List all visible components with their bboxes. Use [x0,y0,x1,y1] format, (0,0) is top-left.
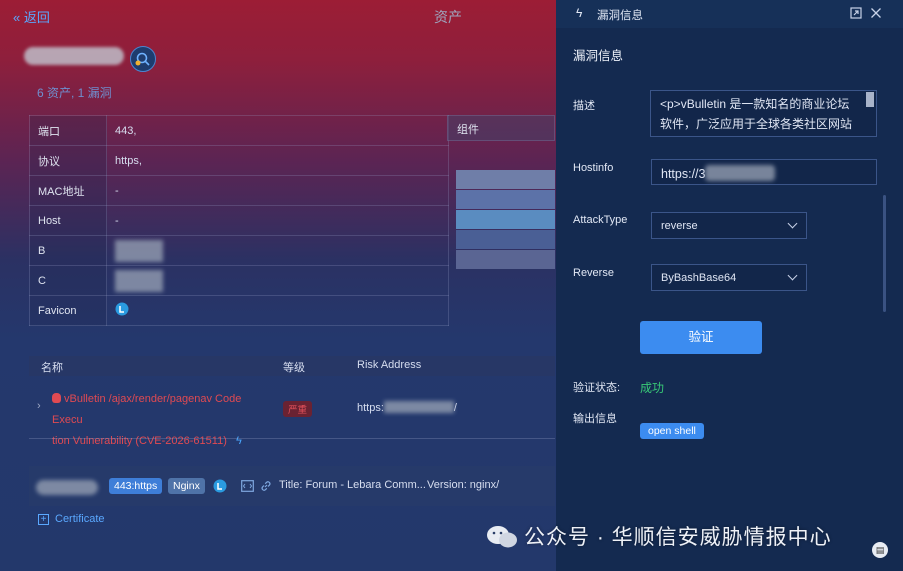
components-header: 组件 [447,115,555,141]
panel-header-title: 漏洞信息 [597,10,643,22]
info-row-c: C [29,265,449,296]
row-divider [29,438,555,439]
info-row-port: 端口 443, [29,115,449,146]
chevron-down-icon [787,270,798,281]
double-chevron-left-icon: « [13,10,21,25]
info-value: - [106,205,449,236]
verify-button[interactable]: 验证 [640,321,762,354]
reverse-value: ByBashBase64 [661,272,737,284]
reverse-label: Reverse [573,267,614,279]
info-value-redacted [106,265,449,296]
vuln-table-header: 名称 等级 Risk Address [29,356,555,376]
back-link[interactable]: « 返回 [13,7,50,26]
panel-scrollbar[interactable] [883,195,886,312]
watermark-text: 公众号 · 华顺信安威胁情报中心 [524,526,832,549]
hostinfo-label: Hostinfo [573,162,614,174]
info-row-b: B [29,235,449,266]
redacted-value [115,269,163,292]
column-name: 名称 [41,362,63,374]
textarea-scrollbar[interactable] [866,92,874,107]
info-key: C [29,265,107,296]
column-risk-address: Risk Address [357,359,422,371]
certificate-label: Certificate [55,513,105,525]
vuln-name-line1: vBulletin /ajax/render/pagenav Code Exec… [52,393,242,426]
hostinfo-input[interactable]: https://3 [651,159,877,185]
vuln-name-line2: tion Vulnerability (CVE-2026-61511) [52,435,227,447]
severity-badge: 严重 [283,401,313,417]
status-value: 成功 [640,381,665,395]
attacktype-select[interactable]: reverse [651,212,807,239]
info-row-host: Host - [29,205,449,236]
vuln-name[interactable]: vBulletin /ajax/render/pagenav Code Exec… [52,389,274,452]
page-title-text: Title: Forum - Lebara Comm... [279,479,426,491]
plus-square-icon: + [38,514,49,525]
info-value: - [106,175,449,206]
risk-address-suffix: / [453,402,457,414]
redacted-value [115,239,163,262]
expand-icon[interactable] [850,7,862,19]
asset-info-table: 端口 443, 协议 https, MAC地址 - Host - B C Favicon [29,115,449,326]
desc-label: 描述 [573,100,595,112]
asset-summary: 6 资产, 1 漏洞 [37,86,112,100]
panel-section-title: 漏洞信息 [573,49,624,63]
info-key: B [29,235,107,266]
component-bar [456,230,555,249]
bug-icon [52,393,61,403]
info-value: https, [106,145,449,176]
link-icon[interactable] [260,480,272,492]
port-tag[interactable]: 443:https [109,478,163,494]
host-name-redacted [24,47,124,65]
status-label: 验证状态: [573,382,621,394]
wechat-icon [487,526,517,548]
certificate-toggle[interactable]: + Certificate [38,513,105,525]
server-tag[interactable]: Nginx [168,478,205,494]
component-bar [456,210,555,229]
lightning-icon: ϟ [235,435,242,447]
component-bar [456,250,555,269]
info-key: MAC地址 [29,175,107,206]
component-bar [456,190,555,209]
info-value: 443, [106,115,449,146]
hostinfo-value: https://3 [661,167,706,181]
feedback-icon[interactable]: ▤ [872,542,888,558]
info-row-favicon: Favicon [29,295,449,326]
info-value [106,295,449,326]
redacted-value [383,401,454,413]
info-key: 端口 [29,115,107,146]
back-label: 返回 [23,10,50,25]
info-key: 协议 [29,145,107,176]
info-row-mac: MAC地址 - [29,175,449,206]
version-text: Version: nginx/ [427,479,500,491]
info-key: Host [29,205,107,236]
info-row-protocol: 协议 https, [29,145,449,176]
chevron-right-icon[interactable]: › [37,400,41,412]
fingerprint-icon[interactable] [130,46,156,72]
chevron-down-icon [787,218,798,229]
risk-address[interactable]: https: / [357,401,457,414]
close-icon[interactable] [870,7,882,19]
favicon-icon [115,302,129,316]
risk-address-prefix: https: [357,402,384,414]
redacted-host [36,480,98,495]
desc-textarea[interactable]: <p>vBulletin 是一款知名的商业论坛软件，广泛应用于全球各类社区网站和… [650,90,877,137]
output-label: 输出信息 [573,413,617,425]
favicon-icon [213,479,227,493]
component-bar [456,170,555,189]
info-value-redacted [106,235,449,266]
page-title: 资产 [434,9,462,25]
info-key: Favicon [29,295,107,326]
attacktype-label: AttackType [573,214,628,226]
redacted-value [705,165,776,181]
code-icon[interactable] [241,480,254,492]
reverse-select[interactable]: ByBashBase64 [651,264,807,291]
lightning-icon: ϟ [576,6,583,20]
column-level: 等级 [283,362,305,374]
attacktype-value: reverse [661,220,698,232]
open-shell-button[interactable]: open shell [640,423,704,439]
